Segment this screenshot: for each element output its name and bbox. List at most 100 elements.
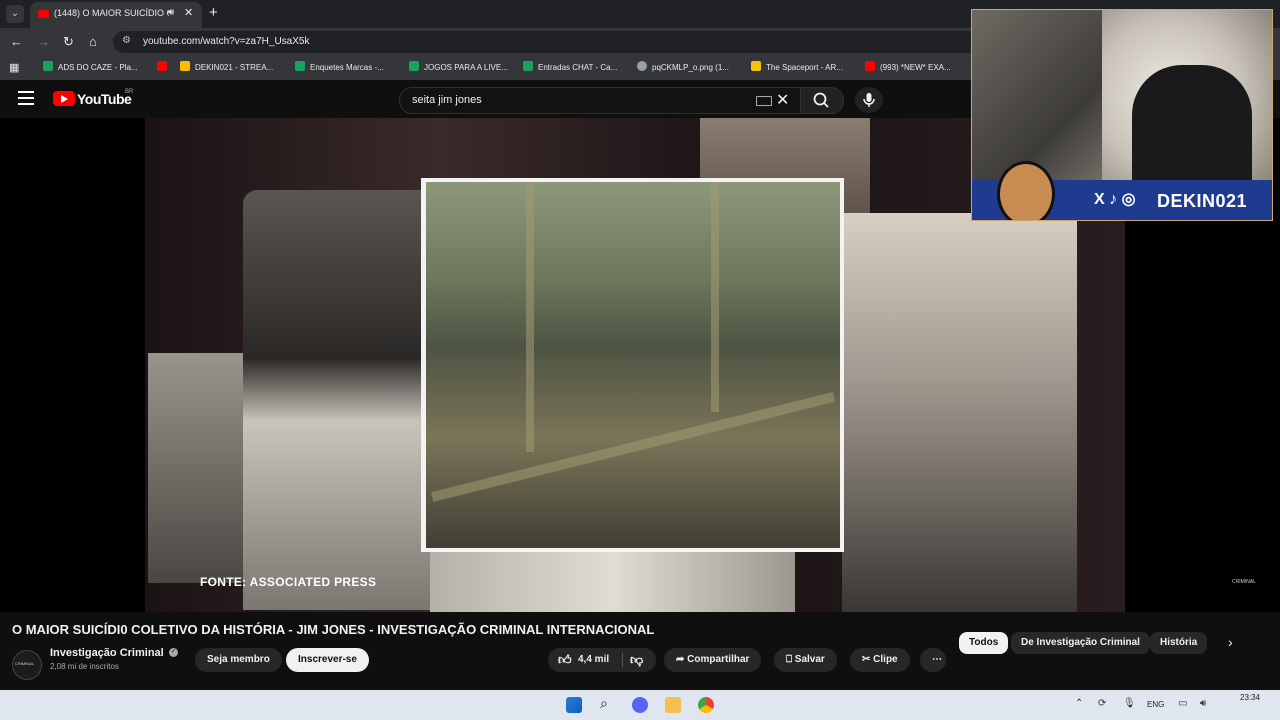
social-icons: X ♪ ◎ bbox=[1094, 191, 1136, 208]
file-explorer-icon[interactable] bbox=[665, 697, 681, 713]
bookmark-item[interactable] bbox=[157, 61, 172, 72]
search-icon bbox=[813, 92, 829, 108]
sheets-icon bbox=[409, 61, 419, 71]
more-actions-button[interactable]: ⋯ bbox=[920, 648, 946, 672]
save-label: Salvar bbox=[794, 654, 825, 665]
clock[interactable]: 23:34 bbox=[1240, 693, 1260, 702]
webcam-overlay: X ♪ ◎ DEKIN021 bbox=[971, 9, 1273, 221]
bookmark-label: pqCKMLP_o.png (1... bbox=[652, 63, 729, 72]
subscribe-button[interactable]: Inscrever-se bbox=[286, 648, 369, 672]
windows-taskbar: ⌕ ⌃ ⟳ 🎙︎ ENG ▭ 🔊︎ 23:34 bbox=[0, 690, 1280, 720]
microphone-icon bbox=[863, 93, 875, 107]
streamer-avatar bbox=[997, 161, 1055, 220]
channel-name[interactable]: Investigação Criminal bbox=[50, 647, 164, 659]
site-info-icon[interactable]: ⚙ bbox=[122, 35, 131, 46]
video-info: O MAIOR SUICÍDI0 COLETIVO DA HISTÓRIA - … bbox=[0, 612, 1280, 690]
video-frame-photo bbox=[430, 548, 795, 612]
discord-icon[interactable] bbox=[632, 697, 648, 713]
clip-button[interactable]: ✂ Clipe bbox=[850, 648, 910, 672]
save-button[interactable]: ⎕ Salvar bbox=[774, 648, 837, 672]
tab-title: (1448) O MAIOR SUICÍDIO C bbox=[54, 8, 169, 18]
bookmark-label: Entradas CHAT - Ca... bbox=[538, 63, 618, 72]
url-text: youtube.com/watch?v=za7H_UsaX5k bbox=[143, 36, 310, 47]
youtube-wordmark[interactable]: YouTube bbox=[77, 91, 132, 107]
search-query: seita jim jones bbox=[412, 94, 482, 106]
video-frame-photo bbox=[148, 353, 248, 583]
search-input[interactable]: seita jim jones ✕ bbox=[399, 87, 802, 114]
bookmark-label: (993) *NEW* EXA... bbox=[880, 63, 951, 72]
clear-search-icon[interactable]: ✕ bbox=[776, 90, 789, 110]
youtube-icon bbox=[865, 61, 875, 71]
bookmark-item[interactable]: JOGOS PARA A LIVE... bbox=[409, 61, 508, 72]
dislike-icon[interactable]: 👎︎ bbox=[630, 648, 643, 672]
join-button[interactable]: Seja membro bbox=[195, 648, 282, 672]
youtube-icon bbox=[157, 61, 167, 71]
youtube-logo-icon[interactable] bbox=[53, 91, 75, 106]
back-icon[interactable]: ← bbox=[10, 34, 23, 49]
avatar-text: CRIMINAL bbox=[15, 661, 35, 666]
search-icon[interactable]: ⌕ bbox=[600, 695, 608, 712]
bookmark-item[interactable]: pqCKMLP_o.png (1... bbox=[637, 61, 729, 72]
share-icon: ➦ bbox=[676, 654, 688, 665]
sync-icon[interactable]: ⟳ bbox=[1098, 698, 1106, 709]
new-tab-icon[interactable]: + bbox=[209, 4, 218, 21]
chevron-up-icon[interactable]: ⌃ bbox=[1075, 698, 1083, 709]
subscriber-count: 2,08 mi de inscritos bbox=[50, 662, 119, 671]
clip-label: Clipe bbox=[873, 654, 898, 665]
bookmark-item[interactable]: DEKIN021 - STREA... bbox=[180, 61, 273, 72]
bookmark-label: Enquetes Marcas -... bbox=[310, 63, 384, 72]
verified-icon: ✓ bbox=[169, 648, 178, 657]
streamer-handle: DEKIN021 bbox=[1157, 191, 1248, 211]
volume-icon[interactable]: 🔊︎ bbox=[1200, 698, 1206, 709]
bookmark-icon: ⎕ bbox=[786, 654, 795, 665]
chrome-icon[interactable] bbox=[698, 697, 714, 713]
drive-icon bbox=[180, 61, 190, 71]
browser-tab-active[interactable]: (1448) O MAIOR SUICÍDIO C 🔊︎ ✕ bbox=[30, 2, 202, 28]
photo-detail bbox=[430, 392, 836, 502]
share-label: Compartilhar bbox=[687, 654, 750, 665]
chip-channel[interactable]: De Investigação Criminal bbox=[1011, 632, 1150, 654]
apps-grid-icon[interactable]: ▦ bbox=[9, 61, 19, 74]
channel-watermark: CRIMINAL bbox=[1232, 579, 1256, 585]
bookmark-label: ADS DO CAZE - Pla... bbox=[58, 63, 138, 72]
photo-detail bbox=[526, 182, 534, 452]
address-bar[interactable]: ⚙ youtube.com/watch?v=za7H_UsaX5k bbox=[113, 31, 983, 53]
bookmark-label: DEKIN021 - STREA... bbox=[195, 63, 274, 72]
search-button[interactable] bbox=[800, 87, 844, 114]
source-caption: FONTE: ASSOCIATED PRESS bbox=[200, 575, 377, 589]
bookmark-item[interactable]: Entradas CHAT - Ca... bbox=[523, 61, 617, 72]
network-icon[interactable]: ▭ bbox=[1178, 698, 1187, 709]
reload-icon[interactable]: ↻ bbox=[63, 34, 74, 50]
channel-avatar[interactable]: CRIMINAL bbox=[12, 650, 42, 680]
photo-detail bbox=[711, 182, 719, 412]
windows-start-icon[interactable] bbox=[566, 697, 582, 713]
bookmark-item[interactable]: Enquetes Marcas -... bbox=[295, 61, 384, 72]
divider bbox=[622, 653, 623, 667]
like-icon[interactable]: 👍︎ bbox=[558, 648, 572, 672]
like-count[interactable]: 4,4 mil bbox=[578, 648, 609, 672]
share-button[interactable]: ➦ Compartilhar bbox=[664, 648, 762, 672]
sheets-icon bbox=[43, 61, 53, 71]
region-code: BR bbox=[125, 89, 134, 95]
language-indicator[interactable]: ENG bbox=[1147, 700, 1164, 709]
like-dislike-group: 👍︎ 4,4 mil 👎︎ bbox=[548, 648, 656, 672]
bookmark-item[interactable]: ADS DO CAZE - Pla... bbox=[43, 61, 138, 72]
microphone-icon[interactable]: 🎙︎ bbox=[1123, 698, 1136, 709]
chip-history[interactable]: História bbox=[1150, 632, 1208, 654]
keyboard-icon[interactable] bbox=[756, 96, 772, 106]
voice-search-button[interactable] bbox=[855, 87, 883, 113]
menu-icon[interactable] bbox=[18, 91, 34, 105]
chevron-right-icon[interactable]: › bbox=[1228, 634, 1233, 650]
bookmark-item[interactable]: (993) *NEW* EXA... bbox=[865, 61, 951, 72]
bookmark-item[interactable]: The Spaceport - AR... bbox=[751, 61, 843, 72]
video-frame-photo bbox=[243, 190, 433, 610]
spaceport-icon bbox=[751, 61, 761, 71]
youtube-favicon-icon bbox=[38, 10, 49, 18]
home-icon[interactable]: ⌂ bbox=[89, 34, 97, 49]
chip-all[interactable]: Todos bbox=[959, 632, 1009, 654]
tab-close-icon[interactable]: ✕ bbox=[184, 6, 193, 19]
tab-search-icon[interactable]: ⌄ bbox=[6, 5, 24, 23]
forward-icon[interactable]: → bbox=[37, 34, 50, 49]
bookmark-label: The Spaceport - AR... bbox=[766, 63, 843, 72]
speaker-icon[interactable]: 🔊︎ bbox=[168, 7, 174, 18]
